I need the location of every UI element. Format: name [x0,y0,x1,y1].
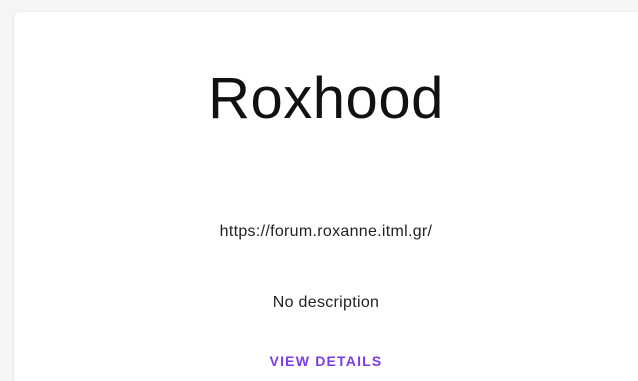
site-card: Roxhood https://forum.roxanne.itml.gr/ N… [14,12,638,381]
view-details-button[interactable]: VIEW DETAILS [260,348,393,374]
site-url: https://forum.roxanne.itml.gr/ [219,223,433,240]
site-logo: Roxhood [14,64,638,134]
site-title: Roxhood [208,66,444,131]
site-description: No description [272,294,380,311]
